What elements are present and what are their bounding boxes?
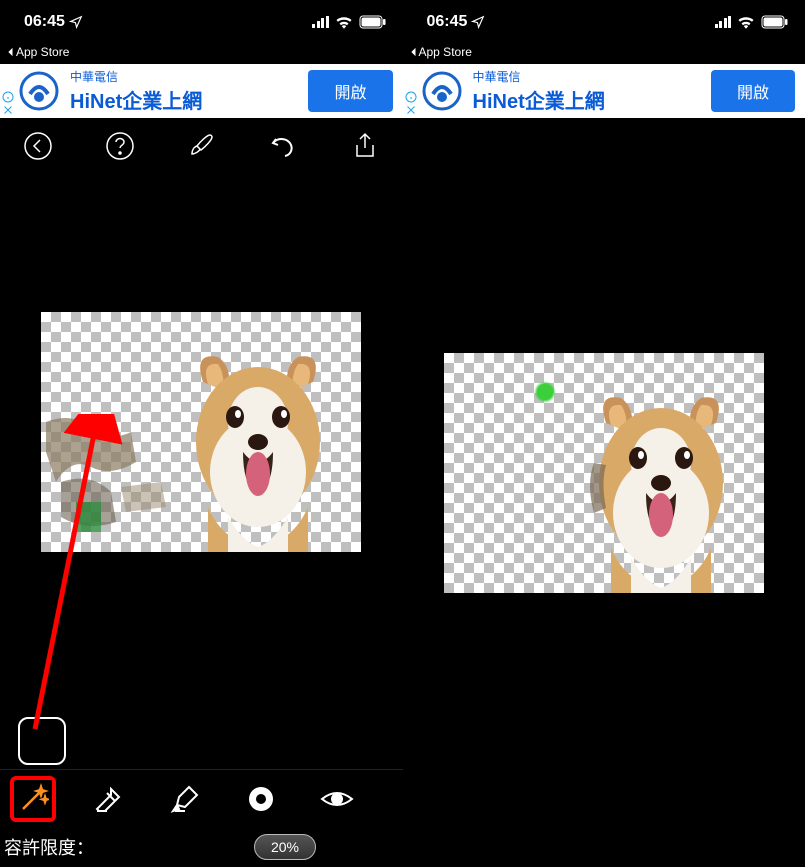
- ad-brand-small: 中華電信: [473, 68, 711, 85]
- slider-ticks: [320, 834, 399, 860]
- ad-banner[interactable]: 中華電信 HiNet企業上網 開啟: [403, 64, 805, 118]
- ad-open-button[interactable]: 開啟: [711, 70, 795, 112]
- tolerance-row: 容許限度： 20%: [0, 827, 403, 867]
- eraser-icon: [93, 783, 125, 815]
- back-caret-icon: [409, 47, 417, 57]
- cellular-signal-icon: [312, 16, 329, 28]
- help-button[interactable]: [100, 126, 140, 166]
- ad-banner[interactable]: 中華電信 HiNet企業上網 開啟: [0, 64, 403, 118]
- cellular-signal-icon: [715, 16, 732, 28]
- back-circle-icon: [23, 131, 53, 161]
- toolbar-top: [0, 118, 403, 174]
- wifi-icon: [737, 15, 755, 29]
- color-swatch[interactable]: [18, 717, 66, 765]
- eraser-tool[interactable]: [86, 776, 132, 822]
- magic-wand-icon: [17, 783, 49, 815]
- location-arrow-icon: [471, 15, 485, 29]
- back-caret-icon: [6, 47, 14, 57]
- ad-info-mark[interactable]: [2, 91, 14, 116]
- magic-wand-tool[interactable]: [10, 776, 56, 822]
- ad-brand-main: HiNet企業上網: [70, 85, 308, 114]
- tolerance-label: 容許限度：: [4, 834, 94, 860]
- brush-indicator: [534, 381, 556, 403]
- target-circle-icon: [245, 783, 277, 815]
- back-button[interactable]: [18, 126, 58, 166]
- restore-tool[interactable]: [162, 776, 208, 822]
- status-left: 06:45: [427, 13, 486, 31]
- status-right: [312, 15, 387, 29]
- back-to-app[interactable]: App Store: [0, 44, 403, 64]
- canvas-area[interactable]: [403, 118, 805, 867]
- back-app-label: App Store: [16, 45, 69, 59]
- ad-text: 中華電信 HiNet企業上網: [70, 68, 308, 114]
- share-icon: [352, 131, 378, 161]
- dog-subject: [173, 342, 343, 552]
- ad-info-mark[interactable]: [405, 91, 417, 116]
- ad-text: 中華電信 HiNet企業上網: [473, 68, 711, 114]
- undo-button[interactable]: [263, 126, 303, 166]
- ad-logo-icon: [421, 70, 463, 112]
- canvas-area[interactable]: [0, 174, 403, 769]
- battery-icon: [761, 15, 789, 29]
- wifi-icon: [335, 15, 353, 29]
- tolerance-value-pill[interactable]: 20%: [254, 834, 316, 860]
- highlighter-icon: [169, 783, 201, 815]
- status-bar: 06:45: [0, 0, 403, 44]
- toolbar-bottom: [0, 769, 403, 827]
- status-time: 06:45: [427, 13, 468, 31]
- phone-right: 06:45 App Store 中華電信 HiNet企業上網 開啟: [403, 0, 805, 867]
- preview-tool[interactable]: [314, 776, 360, 822]
- undo-icon: [268, 131, 298, 161]
- target-tool[interactable]: [238, 776, 284, 822]
- edited-image[interactable]: [444, 353, 764, 593]
- dog-subject: [576, 383, 746, 593]
- back-app-label: App Store: [419, 45, 472, 59]
- battery-icon: [359, 15, 387, 29]
- ad-brand-main: HiNet企業上網: [473, 85, 711, 114]
- location-arrow-icon: [69, 15, 83, 29]
- status-time: 06:45: [24, 13, 65, 31]
- tolerance-slider[interactable]: 20%: [104, 832, 399, 862]
- ad-logo-icon: [18, 70, 60, 112]
- status-bar: 06:45: [403, 0, 805, 44]
- help-circle-icon: [105, 131, 135, 161]
- status-left: 06:45: [24, 13, 83, 31]
- brush-button[interactable]: [181, 126, 221, 166]
- back-to-app[interactable]: App Store: [403, 44, 805, 64]
- ad-open-button[interactable]: 開啟: [308, 70, 392, 112]
- phone-left: 06:45 App Store 中華電信 HiNet企業上網 開啟: [0, 0, 403, 867]
- eye-icon: [320, 787, 354, 811]
- edited-image[interactable]: [41, 312, 361, 552]
- status-right: [715, 15, 790, 29]
- ad-brand-small: 中華電信: [70, 68, 308, 85]
- paint-brush-icon: [186, 131, 216, 161]
- share-button[interactable]: [345, 126, 385, 166]
